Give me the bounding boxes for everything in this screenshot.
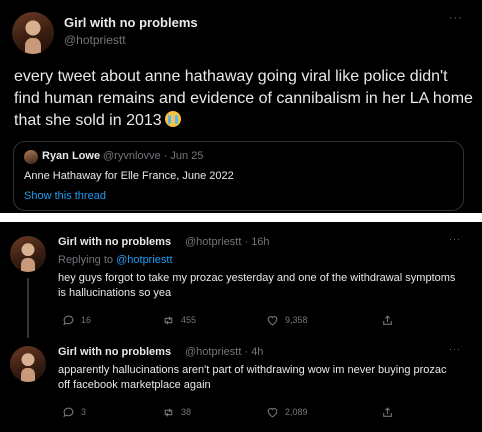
retweet-count: 38 — [181, 407, 192, 417]
reply-count: 3 — [81, 407, 87, 417]
author-name[interactable]: Girl with no problems — [58, 236, 171, 248]
comment-icon — [63, 407, 74, 417]
reply-text: apparently hallucinations aren't part of… — [58, 364, 447, 391]
reply-button[interactable]: 16 — [62, 312, 91, 328]
quote-meta: @ryvnlovve · Jun 25 — [103, 150, 204, 162]
more-options-icon[interactable]: ··· — [449, 344, 461, 354]
reply-button[interactable]: 3 — [62, 404, 86, 420]
heart-icon — [267, 407, 278, 417]
reply-text: hey guys forgot to take my prozac yester… — [58, 272, 456, 299]
quote-author-name: Ryan Lowe — [42, 150, 101, 162]
author-meta[interactable]: @hotpriestt · 4h — [185, 346, 263, 358]
avatar[interactable] — [10, 236, 46, 272]
replying-prefix: Replying to — [58, 254, 114, 266]
retweet-icon — [164, 315, 173, 325]
reply-count: 16 — [81, 315, 92, 325]
retweet-button[interactable]: 38 — [162, 404, 191, 420]
like-count: 2,089 — [285, 407, 308, 417]
share-button[interactable] — [381, 312, 394, 328]
author-handle[interactable]: @hotpriestt — [64, 33, 126, 47]
heart-icon — [267, 315, 278, 325]
tweet-text-content: every tweet about anne hathaway going vi… — [14, 68, 473, 129]
crying-face-icon — [164, 111, 181, 127]
replying-to: Replying to @hotpriestt — [58, 254, 173, 266]
comment-icon — [63, 315, 74, 325]
like-button[interactable]: 9,358 — [266, 312, 308, 328]
show-thread-link[interactable]: Show this thread — [24, 190, 106, 202]
quote-text: Anne Hathaway for Elle France, June 2022 — [24, 170, 234, 182]
share-icon — [383, 406, 392, 417]
more-options-icon[interactable]: ··· — [449, 12, 463, 24]
quote-avatar — [24, 150, 38, 164]
like-button[interactable]: 2,089 — [266, 404, 308, 420]
tweet-text: every tweet about anne hathaway going vi… — [14, 66, 476, 132]
avatar[interactable] — [12, 12, 54, 54]
retweet-button[interactable]: 455 — [162, 312, 196, 328]
retweet-count: 455 — [181, 315, 197, 325]
quoted-tweet[interactable]: Ryan Lowe @ryvnlovve · Jun 25 Anne Hatha… — [13, 141, 464, 211]
avatar[interactable] — [10, 346, 46, 382]
thread-line — [27, 278, 29, 338]
tweet-top: Girl with no problems @hotpriestt ··· ev… — [0, 0, 482, 213]
author-name[interactable]: Girl with no problems — [58, 346, 171, 358]
replying-handle-link[interactable]: @hotpriestt — [116, 254, 172, 266]
retweet-icon — [164, 407, 173, 417]
like-count: 9,358 — [285, 315, 308, 325]
reply-thread: Girl with no problems @hotpriestt · 16h … — [0, 222, 482, 432]
author-name[interactable]: Girl with no problems — [64, 15, 198, 30]
share-icon — [383, 314, 392, 325]
share-button[interactable] — [381, 404, 394, 420]
author-meta[interactable]: @hotpriestt · 16h — [185, 236, 270, 248]
more-options-icon[interactable]: ··· — [449, 234, 461, 244]
